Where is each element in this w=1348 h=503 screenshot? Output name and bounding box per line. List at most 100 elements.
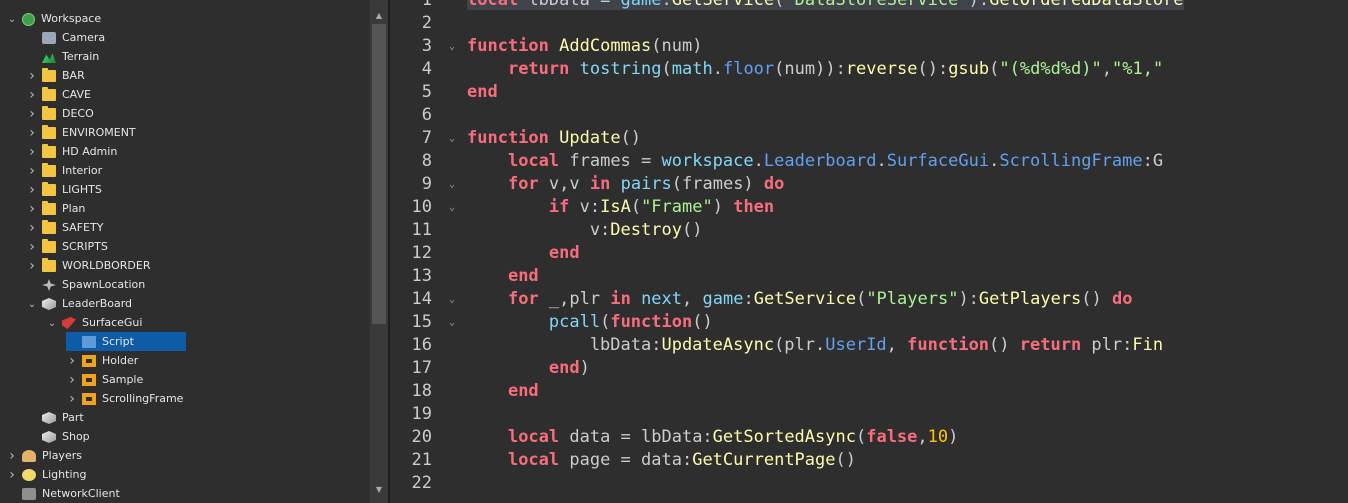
code-line[interactable]: 9 ⌄ for v,v in pairs(frames) do [390,173,1348,196]
collapse-chevron-icon[interactable]: › [66,371,78,390]
code-line[interactable]: 4 return tostring(math.floor(num)):rever… [390,58,1348,81]
fold-chevron-icon[interactable]: ⌄ [446,311,458,334]
explorer-item[interactable]: › SCRIPTS [26,237,108,256]
collapse-chevron-icon[interactable]: › [66,390,78,409]
collapse-chevron-icon[interactable]: › [26,86,38,105]
code-line[interactable]: 21 local page = data:GetCurrentPage() [390,449,1348,472]
explorer-item[interactable]: › Lighting [6,465,86,484]
scroll-down-arrow-icon[interactable]: ▼ [370,484,388,496]
code-line[interactable]: 16 lbData:UpdateAsync(plr.UserId, functi… [390,334,1348,357]
collapse-chevron-icon[interactable]: › [26,162,38,181]
code-token: pairs [620,174,672,194]
code-token: () [1081,289,1112,309]
explorer-item[interactable]: › BAR [26,66,85,85]
explorer-item[interactable]: ⌄ LeaderBoard [26,294,132,313]
collapse-chevron-icon[interactable]: › [26,238,38,257]
code-token: in [610,289,631,309]
explorer-item[interactable]: › ENVIROMENT [26,123,135,143]
explorer-item[interactable]: Terrain [26,47,99,66]
code-token: ScrollingFrame [999,151,1143,171]
fold-chevron-icon[interactable]: ⌄ [446,127,458,150]
code-line[interactable]: 22 [390,472,1348,495]
explorer-item[interactable]: › LIGHTS [26,180,102,199]
explorer-item[interactable]: Shop [26,427,90,446]
code-token: ) [948,427,959,447]
expand-chevron-icon[interactable]: ⌄ [46,314,58,333]
collapse-chevron-icon[interactable]: › [66,352,78,371]
fold-chevron-icon[interactable]: ⌄ [446,35,458,58]
explorer-item[interactable]: ⌄ Workspace [6,9,101,28]
code-line[interactable]: 8 local frames = workspace.Leaderboard.S… [390,150,1348,173]
collapse-chevron-icon[interactable]: › [6,447,18,466]
collapse-chevron-icon[interactable]: › [6,466,18,485]
scroll-up-arrow-icon[interactable]: ▲ [370,10,388,22]
code-line[interactable]: 13 end [390,265,1348,288]
explorer-item[interactable]: Camera [26,28,105,47]
code-token: , [917,427,928,447]
collapse-chevron-icon[interactable]: › [26,124,38,143]
explorer-item[interactable]: Script [66,332,186,351]
explorer-item[interactable]: SpawnLocation [26,275,145,294]
code-line[interactable]: 14 ⌄ for _,plr in next, game:GetService("… [390,288,1348,311]
explorer-item[interactable]: › CAVE [26,85,91,104]
code-line[interactable]: 18 end [390,380,1348,403]
explorer-item[interactable]: › HD Admin [26,142,117,161]
code-line[interactable]: 20 local data = lbData:GetSortedAsync(fa… [390,426,1348,449]
code-line[interactable]: 7 ⌄ function Update() [390,127,1348,150]
code-token: SurfaceGui [886,151,990,171]
explorer-item[interactable]: › Players [6,446,82,465]
collapse-chevron-icon[interactable]: › [26,257,38,276]
explorer-item[interactable]: Part [26,408,84,427]
explorer-item[interactable]: › ScrollingFrame [66,389,183,408]
explorer-item[interactable]: › DECO [26,104,94,123]
expand-chevron-icon[interactable]: ⌄ [6,10,18,29]
explorer-item[interactable]: › WORLDBORDER [26,256,150,276]
code-line[interactable]: 6 [390,104,1348,127]
code-token: Update [559,128,621,148]
code-line[interactable]: 12 end [390,242,1348,265]
explorer-item[interactable]: › SAFETY [26,218,103,237]
fold-chevron-icon[interactable]: ⌄ [446,173,458,196]
code-text: v:Destroy() [467,219,703,242]
explorer-item-label: NetworkClient [42,487,120,500]
scrollbar-thumb[interactable] [372,24,386,324]
code-token: local [507,450,560,470]
folder-icon [42,258,56,272]
collapse-chevron-icon[interactable]: › [26,181,38,200]
code-line[interactable]: 19 [390,403,1348,426]
fold-chevron-icon[interactable]: ⌄ [446,288,458,311]
code-token: ( [989,59,1000,79]
explorer-item[interactable]: › Sample [66,370,143,389]
explorer-scrollbar[interactable]: ▲ ▼ [370,0,388,503]
expand-chevron-icon[interactable]: ⌄ [26,295,38,314]
fold-chevron-icon[interactable]: ⌄ [446,196,458,219]
explorer-item[interactable]: › Interior [26,161,102,180]
code-line[interactable]: 1 local lbData = game:GetService("DataSto… [390,0,1348,12]
code-line[interactable]: 17 end) [390,357,1348,380]
code-token: () [620,128,642,148]
code-line[interactable]: 15 ⌄ pcall(function() [390,311,1348,334]
code-line[interactable]: 11 v:Destroy() [390,219,1348,242]
explorer-item[interactable]: ⌄ SurfaceGui [46,313,142,332]
code-text: for v,v in pairs(frames) do [467,173,784,196]
script-editor[interactable]: 1 local lbData = game:GetService("DataSto… [390,0,1348,503]
collapse-chevron-icon[interactable]: › [26,67,38,86]
code-token: ( [600,312,611,332]
collapse-chevron-icon[interactable]: › [26,219,38,238]
code-line[interactable]: 5 end [390,81,1348,104]
code-line[interactable]: 2 [390,12,1348,35]
explorer-item[interactable]: › Holder [66,351,138,370]
explorer-item[interactable]: NetworkClient [6,484,120,503]
code-text: local page = data:GetCurrentPage() [467,449,856,472]
code-line[interactable]: 3 ⌄ function AddCommas(num) [390,35,1348,58]
explorer-item[interactable]: › Plan [26,199,85,218]
collapse-chevron-icon[interactable]: › [26,200,38,219]
code-line[interactable]: 10 ⌄ if v:IsA("Frame") then [390,196,1348,219]
collapse-chevron-icon[interactable]: › [26,143,38,162]
collapse-chevron-icon[interactable]: › [26,105,38,124]
